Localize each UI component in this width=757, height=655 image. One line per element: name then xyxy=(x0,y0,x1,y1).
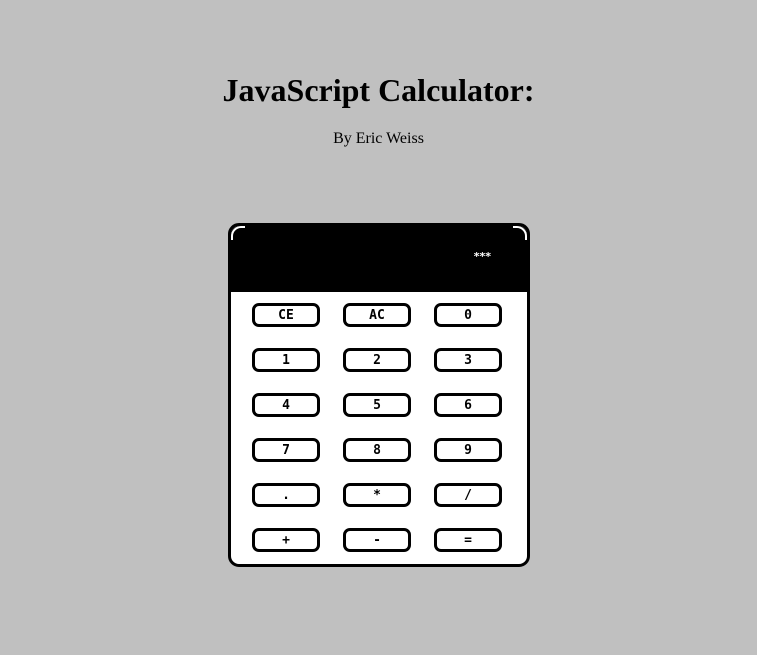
key-3[interactable]: 3 xyxy=(434,348,502,372)
key-subtract[interactable]: - xyxy=(343,528,411,552)
key-add[interactable]: + xyxy=(252,528,320,552)
keypad: CE AC 0 1 2 3 4 5 6 7 8 9 . * / + - = xyxy=(252,303,504,552)
key-divide[interactable]: / xyxy=(434,483,502,507)
key-multiply[interactable]: * xyxy=(343,483,411,507)
calculator: *** CE AC 0 1 2 3 4 5 6 7 8 9 . * / + - … xyxy=(228,223,530,567)
key-8[interactable]: 8 xyxy=(343,438,411,462)
key-2[interactable]: 2 xyxy=(343,348,411,372)
key-1[interactable]: 1 xyxy=(252,348,320,372)
key-7[interactable]: 7 xyxy=(252,438,320,462)
key-clear-entry[interactable]: CE xyxy=(252,303,320,327)
author-byline: By Eric Weiss xyxy=(333,130,424,147)
key-0[interactable]: 0 xyxy=(434,303,502,327)
page-title: JavaScript Calculator: xyxy=(222,72,535,108)
key-9[interactable]: 9 xyxy=(434,438,502,462)
display-value: *** xyxy=(473,250,491,263)
key-all-clear[interactable]: AC xyxy=(343,303,411,327)
key-decimal[interactable]: . xyxy=(252,483,320,507)
calculator-display: *** xyxy=(231,226,527,292)
key-6[interactable]: 6 xyxy=(434,393,502,417)
key-4[interactable]: 4 xyxy=(252,393,320,417)
display-corner-right xyxy=(513,226,527,240)
display-corner-left xyxy=(231,226,245,240)
key-5[interactable]: 5 xyxy=(343,393,411,417)
key-equals[interactable]: = xyxy=(434,528,502,552)
